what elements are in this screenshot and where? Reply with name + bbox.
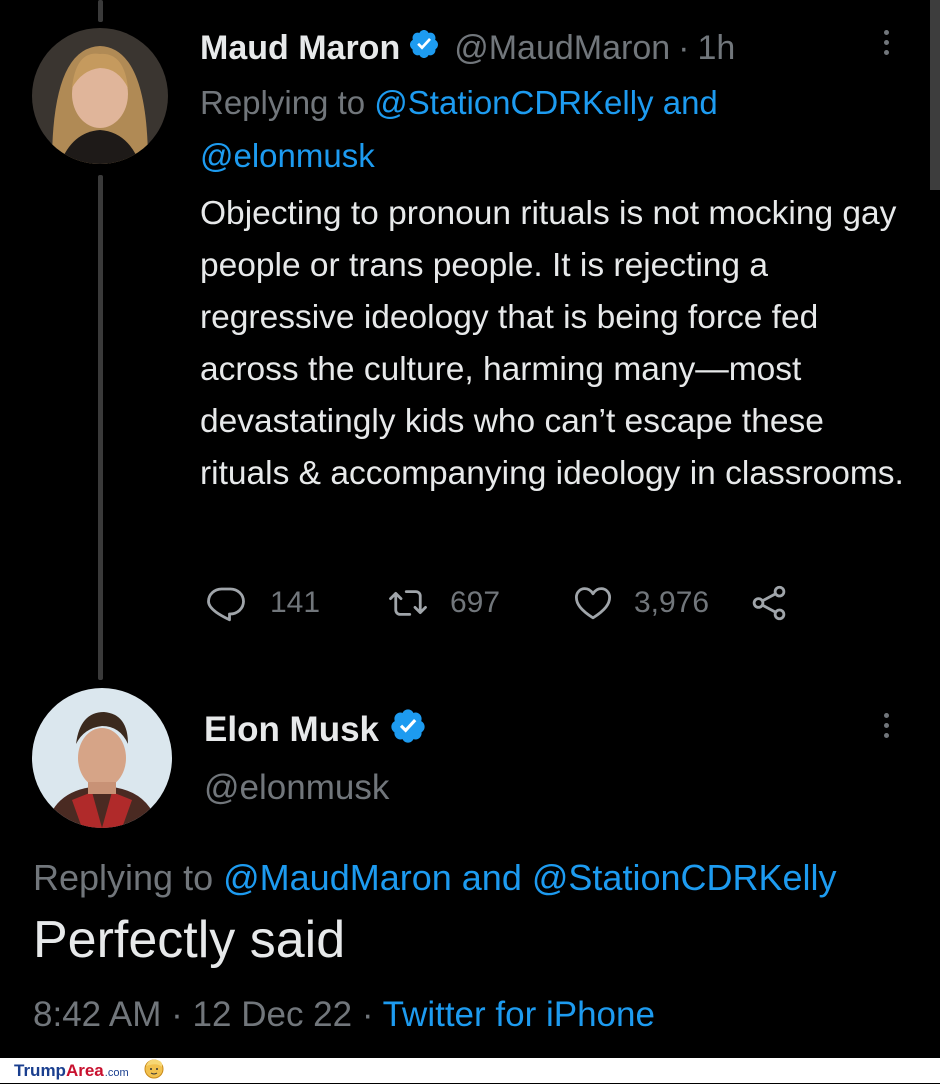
tweet2-replying-to: Replying to @MaudMaron and @StationCDRKe…	[33, 850, 837, 906]
tweet1-separator: ·	[678, 28, 690, 67]
replying-to-prefix: Replying to	[200, 84, 366, 121]
watermark-area: Area	[65, 1060, 104, 1080]
tweet1-text: Objecting to pronoun rituals is not mock…	[200, 195, 904, 492]
thread-line-top	[98, 0, 103, 22]
tweet2-time[interactable]: 8:42 AM	[33, 995, 161, 1034]
tweet1-replying-to: Replying to @StationCDRKelly and @elonmu…	[200, 76, 900, 182]
tweet2-handle-row: @elonmusk	[204, 764, 389, 812]
more-options-icon[interactable]	[882, 30, 890, 55]
tweet1-handle[interactable]: @MaudMaron	[454, 29, 670, 68]
tweet2-text: Perfectly said	[33, 911, 346, 969]
like-count: 3,976	[634, 586, 710, 619]
watermark-bar: Trump Area .com	[0, 1058, 940, 1083]
like-button[interactable]: 3,976	[568, 582, 746, 624]
meta-separator: ·	[171, 995, 183, 1034]
tweet1-author-name[interactable]: Maud Maron	[200, 29, 400, 68]
tweet1-header: Maud Maron @MaudMaron · 1h	[200, 24, 735, 72]
tweet1-actions: 141 697 3,976	[200, 578, 792, 628]
watermark-mascot-icon	[143, 1057, 165, 1084]
replying-and: and	[662, 84, 718, 121]
mention-maudmaron[interactable]: @MaudMaron	[223, 857, 452, 898]
retweet-icon	[382, 582, 434, 624]
scrollbar[interactable]	[930, 0, 940, 190]
retweet-button[interactable]: 697	[382, 582, 568, 624]
heart-icon	[568, 582, 618, 624]
reply-button[interactable]: 141	[200, 582, 382, 624]
verified-badge-icon	[389, 707, 427, 754]
reply-count: 141	[270, 586, 321, 619]
share-icon	[746, 582, 792, 624]
tweet1-time[interactable]: 1h	[697, 29, 735, 68]
more-options-icon[interactable]	[882, 713, 890, 738]
tweet2-handle[interactable]: @elonmusk	[204, 768, 389, 808]
reply-icon	[200, 582, 252, 624]
replying-and: and	[461, 857, 522, 898]
watermark-logo: Trump Area .com	[14, 1058, 165, 1083]
watermark-trump: Trump	[14, 1060, 66, 1080]
tweet2-meta: 8:42 AM · 12 Dec 22 · Twitter for iPhone	[33, 990, 655, 1040]
retweet-count: 697	[450, 586, 501, 619]
tweet2-source[interactable]: Twitter for iPhone	[383, 995, 655, 1034]
mention-elonmusk[interactable]: @elonmusk	[200, 137, 375, 174]
tweet2-author-name[interactable]: Elon Musk	[204, 710, 379, 750]
thread-line	[98, 175, 103, 680]
meta-separator: ·	[361, 995, 374, 1034]
share-button[interactable]	[746, 582, 792, 624]
avatar-maud-maron[interactable]	[32, 28, 168, 164]
replying-to-prefix: Replying to	[33, 857, 214, 898]
tweet2-header: Elon Musk	[204, 706, 427, 754]
mention-stationcdrkelly[interactable]: @StationCDRKelly	[374, 84, 653, 121]
tweet2-date[interactable]: 12 Dec 22	[193, 995, 353, 1034]
avatar-elon-musk[interactable]	[32, 688, 172, 828]
verified-badge-icon	[408, 28, 440, 69]
mention-stationcdrkelly[interactable]: @StationCDRKelly	[532, 857, 837, 898]
watermark-com: .com	[104, 1066, 129, 1079]
